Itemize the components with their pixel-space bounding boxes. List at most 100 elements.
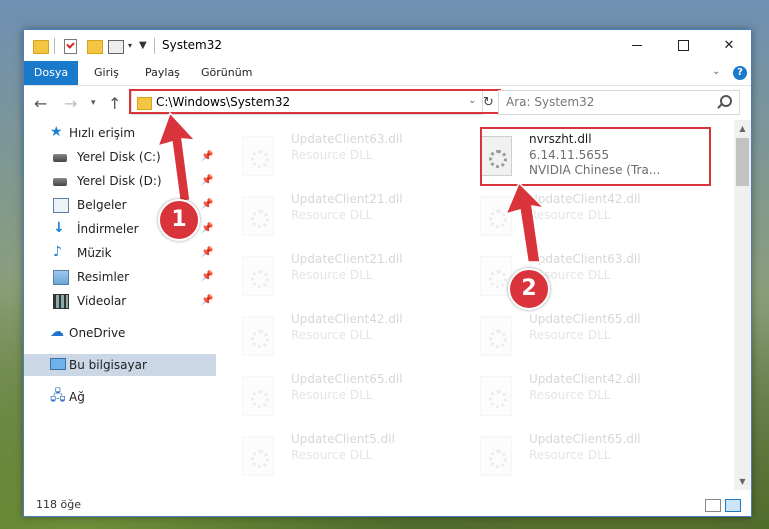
file-list: UpdateClient63.dll Resource DLL UpdateCl… (229, 120, 734, 490)
file-explorer-window: ▾ ▼ System32 ✕ Dosya Giriş Paylaş Görünü… (23, 29, 752, 517)
sidebar-item-music[interactable]: ♪ Müzik 📌 (24, 242, 216, 264)
sidebar-item-label: Resimler (77, 270, 130, 284)
dll-file-icon (480, 376, 512, 416)
maximize-button[interactable] (660, 30, 706, 61)
file-highlight-box (480, 127, 711, 186)
file-tile[interactable]: UpdateClient42.dll Resource DLL (229, 308, 454, 360)
divider (54, 38, 55, 54)
navigation-pane: ★ Hızlı erişim Yerel Disk (C:) 📌 Yerel D… (24, 120, 216, 490)
sidebar-item-onedrive[interactable]: ☁ OneDrive (24, 322, 216, 344)
tab-home[interactable]: Giriş (94, 61, 119, 85)
back-button[interactable]: ← (34, 94, 47, 113)
sidebar-item-label: Yerel Disk (D:) (77, 174, 162, 188)
file-type: Resource DLL (291, 328, 373, 342)
file-type: Resource DLL (529, 448, 611, 462)
cloud-icon: ☁ (50, 324, 64, 340)
quick-access-dropdown-icon[interactable]: ▾ (128, 41, 132, 57)
file-tile[interactable]: UpdateClient5.dll Resource DLL (229, 428, 454, 480)
dll-file-icon (480, 196, 512, 236)
recent-locations-icon[interactable]: ▾ (91, 98, 96, 108)
documents-icon (53, 198, 69, 213)
close-button[interactable]: ✕ (706, 30, 751, 61)
dll-file-icon (480, 316, 512, 356)
file-tile[interactable]: UpdateClient42.dll Resource DLL (467, 368, 692, 420)
tab-file[interactable]: Dosya (24, 61, 78, 85)
sidebar-item-label: İndirmeler (77, 222, 139, 236)
forward-button[interactable]: → (64, 94, 77, 113)
sidebar-item-quick-access[interactable]: ★ Hızlı erişim (24, 122, 216, 144)
tab-share[interactable]: Paylaş (145, 61, 180, 85)
new-folder-icon[interactable] (87, 40, 103, 54)
sidebar-item-videos[interactable]: Videolar 📌 (24, 290, 216, 312)
sidebar-item-label: Belgeler (77, 198, 127, 212)
vertical-scrollbar[interactable]: ▲ ▼ (734, 120, 751, 490)
file-type: Resource DLL (291, 388, 373, 402)
dll-file-icon (242, 136, 274, 176)
expand-ribbon-icon[interactable]: ⌄ (712, 66, 720, 77)
videos-icon (53, 294, 69, 309)
quick-access-props-icon[interactable] (108, 40, 124, 54)
file-tile[interactable]: UpdateClient42.dll Resource DLL (467, 188, 692, 240)
sidebar-item-label: Müzik (77, 246, 112, 260)
file-name: UpdateClient63.dll (529, 252, 641, 266)
pin-icon[interactable]: 📌 (201, 175, 213, 186)
sidebar-item-label: Hızlı erişim (69, 126, 136, 140)
file-name: UpdateClient65.dll (529, 312, 641, 326)
sidebar-item-label: OneDrive (69, 326, 126, 340)
file-name: UpdateClient65.dll (529, 432, 641, 446)
customize-toolbar-icon[interactable]: ▼ (139, 40, 147, 56)
title-bar: ▾ ▼ System32 ✕ (24, 30, 751, 61)
tab-view[interactable]: Görünüm (201, 61, 252, 85)
pin-icon[interactable]: 📌 (201, 295, 213, 306)
sidebar-item-label: Videolar (77, 294, 127, 308)
pin-icon[interactable]: 📌 (201, 199, 213, 210)
pin-icon[interactable]: 📌 (201, 151, 213, 162)
file-name: UpdateClient42.dll (529, 192, 641, 206)
sidebar-item-this-pc[interactable]: Bu bilgisayar (24, 354, 216, 376)
scroll-up-icon[interactable]: ▲ (734, 120, 751, 137)
pin-icon[interactable]: 📌 (201, 247, 213, 258)
file-type: Resource DLL (291, 208, 373, 222)
step-2-badge: 2 (508, 268, 550, 310)
file-type: Resource DLL (529, 328, 611, 342)
tiles-view-icon[interactable] (725, 499, 741, 512)
step-1-badge: 1 (158, 199, 200, 241)
folder-icon (33, 40, 49, 54)
address-highlight-box (129, 89, 501, 114)
file-tile[interactable]: UpdateClient63.dll Resource DLL (229, 128, 454, 180)
file-name: UpdateClient42.dll (529, 372, 641, 386)
pin-icon[interactable]: 📌 (201, 271, 213, 282)
sidebar-item-network[interactable]: 🖧 Ağ (24, 386, 216, 408)
ribbon-tabs: Dosya Giriş Paylaş Görünüm ⌄ ? (24, 61, 751, 86)
window-title: System32 (162, 38, 223, 52)
scroll-thumb[interactable] (736, 138, 749, 186)
search-input[interactable]: Ara: System32 (498, 90, 740, 115)
drive-icon (53, 178, 67, 186)
dll-file-icon (242, 376, 274, 416)
file-type: Resource DLL (291, 448, 373, 462)
downloads-icon: ↓ (53, 220, 65, 236)
file-tile[interactable]: UpdateClient21.dll Resource DLL (229, 188, 454, 240)
scroll-down-icon[interactable]: ▼ (734, 473, 751, 490)
file-name: UpdateClient21.dll (291, 192, 403, 206)
file-tile[interactable]: UpdateClient21.dll Resource DLL (229, 248, 454, 300)
music-icon: ♪ (53, 244, 62, 260)
sidebar-item-pictures[interactable]: Resimler 📌 (24, 266, 216, 288)
dll-file-icon (242, 256, 274, 296)
search-placeholder: Ara: System32 (506, 95, 595, 109)
properties-check-icon[interactable] (64, 39, 77, 54)
file-tile[interactable]: UpdateClient65.dll Resource DLL (467, 308, 692, 360)
file-tile[interactable]: UpdateClient63.dll Resource DLL (467, 248, 692, 300)
file-name: UpdateClient42.dll (291, 312, 403, 326)
details-view-icon[interactable] (705, 499, 721, 512)
sidebar-item-local-disk-c[interactable]: Yerel Disk (C:) 📌 (24, 146, 216, 168)
search-icon[interactable] (720, 95, 732, 107)
minimize-button[interactable] (614, 30, 660, 61)
file-tile[interactable]: UpdateClient65.dll Resource DLL (229, 368, 454, 420)
sidebar-item-local-disk-d[interactable]: Yerel Disk (D:) 📌 (24, 170, 216, 192)
help-icon[interactable]: ? (733, 66, 747, 80)
computer-icon (50, 358, 66, 370)
file-tile[interactable]: UpdateClient65.dll Resource DLL (467, 428, 692, 480)
up-button[interactable]: ↑ (108, 94, 121, 113)
pin-icon[interactable]: 📌 (201, 223, 213, 234)
